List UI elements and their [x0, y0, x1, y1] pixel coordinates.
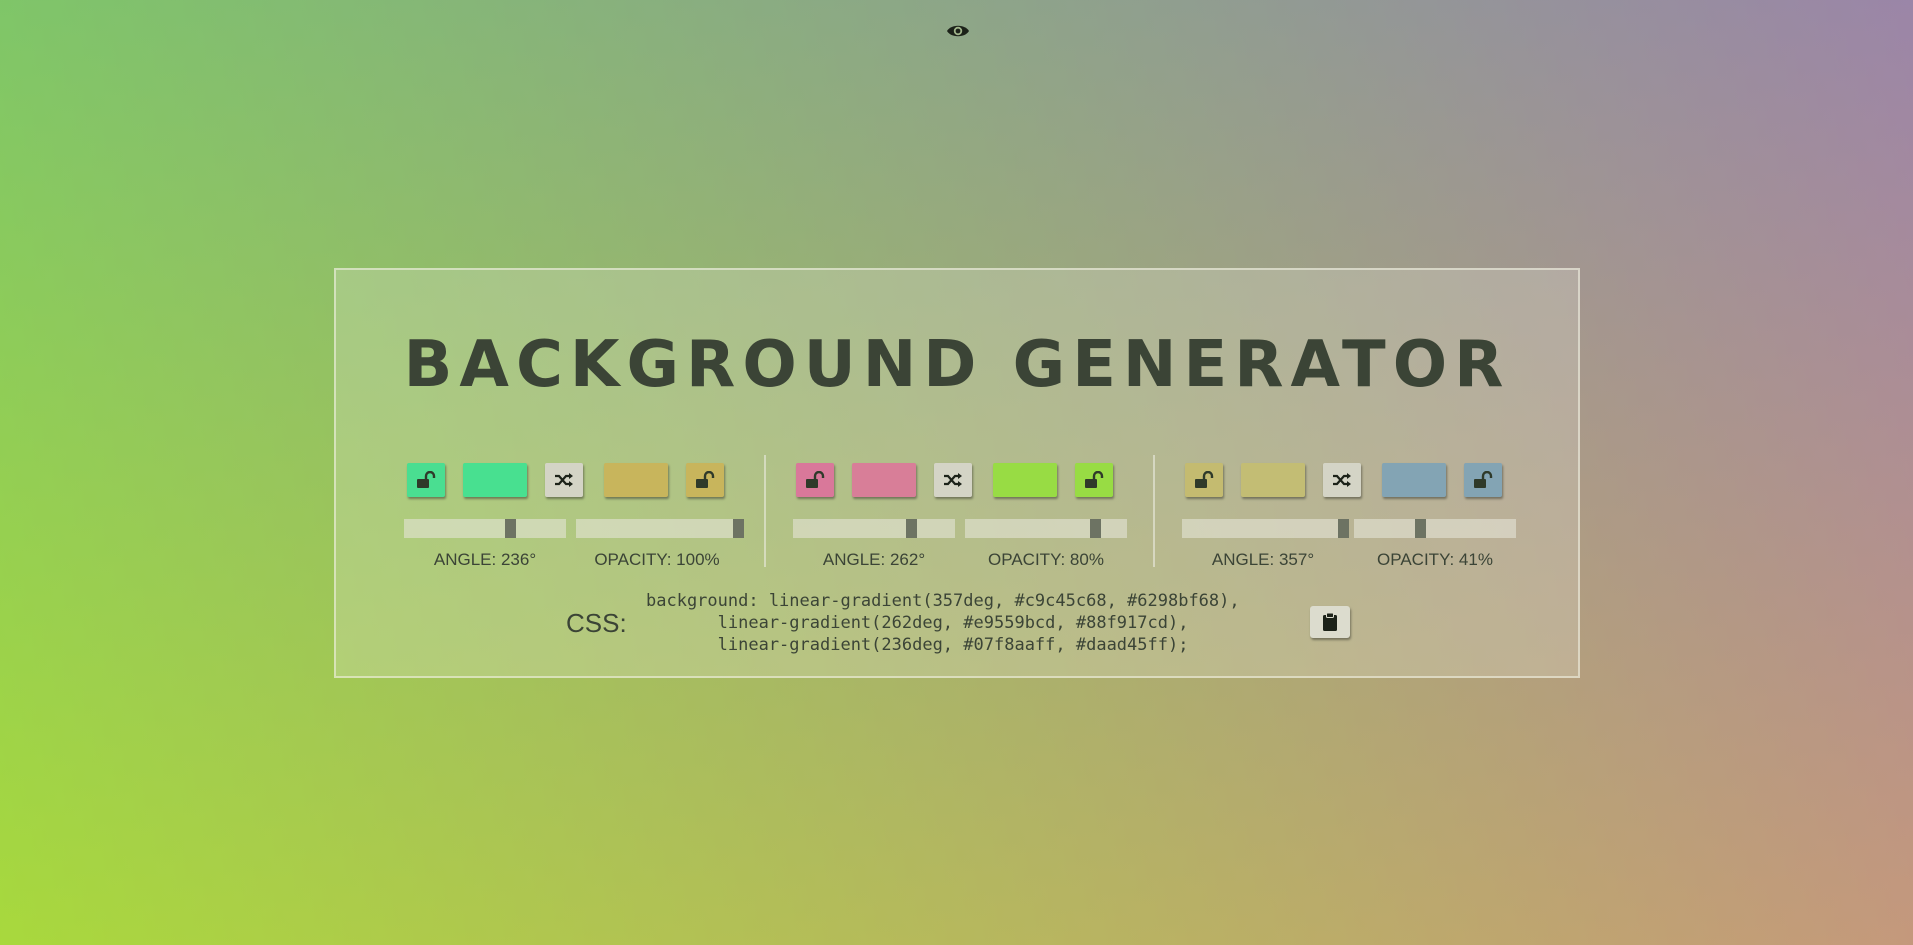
- angle-label: ANGLE: 236°: [433, 550, 537, 569]
- opacity-label: OPACITY: 41%: [1377, 550, 1493, 569]
- eye-icon[interactable]: [946, 22, 970, 40]
- css-output: background: linear-gradient(357deg, #c9c…: [646, 591, 1240, 655]
- unlock-icon: [696, 471, 715, 488]
- angle-slider[interactable]: [404, 519, 566, 538]
- slider-thumb[interactable]: [1415, 519, 1427, 538]
- shuffle-icon: [555, 473, 573, 487]
- angle-slider[interactable]: [1182, 519, 1349, 538]
- angle-label: ANGLE: 357°: [1211, 550, 1315, 569]
- lock-left-button[interactable]: [1185, 463, 1223, 497]
- lock-left-button[interactable]: [407, 463, 445, 497]
- slider-thumb[interactable]: [905, 519, 917, 538]
- color-right-swatch[interactable]: [604, 463, 668, 497]
- generator-panel: BACKGROUND GENERATOR CSS: background: li…: [334, 268, 1580, 678]
- layer-group: ANGLE: 236° OPACITY: 100%: [404, 463, 744, 573]
- slider-thumb[interactable]: [1337, 519, 1349, 538]
- opacity-slider[interactable]: [965, 519, 1127, 538]
- color-left-swatch[interactable]: [463, 463, 527, 497]
- slider-thumb[interactable]: [1089, 519, 1101, 538]
- angle-label: ANGLE: 262°: [822, 550, 926, 569]
- clipboard-icon: [1323, 613, 1337, 631]
- slider-thumb[interactable]: [505, 519, 517, 538]
- lock-right-button[interactable]: [1075, 463, 1113, 497]
- color-left-swatch[interactable]: [1241, 463, 1305, 497]
- opacity-slider[interactable]: [576, 519, 744, 538]
- color-right-swatch[interactable]: [1382, 463, 1446, 497]
- shuffle-button[interactable]: [934, 463, 972, 497]
- shuffle-button[interactable]: [1323, 463, 1361, 497]
- shuffle-icon: [1333, 473, 1351, 487]
- unlock-icon: [1195, 471, 1214, 488]
- unlock-icon: [806, 471, 825, 488]
- opacity-label: OPACITY: 100%: [594, 550, 720, 569]
- unlock-icon: [1474, 471, 1493, 488]
- shuffle-button[interactable]: [545, 463, 583, 497]
- page-title: BACKGROUND GENERATOR: [403, 328, 1511, 402]
- lock-right-button[interactable]: [686, 463, 724, 497]
- layer-group: ANGLE: 357° OPACITY: 41%: [1182, 463, 1516, 573]
- opacity-label: OPACITY: 80%: [988, 550, 1104, 569]
- opacity-slider[interactable]: [1354, 519, 1516, 538]
- color-left-swatch[interactable]: [852, 463, 916, 497]
- slider-thumb[interactable]: [733, 519, 744, 538]
- angle-slider[interactable]: [793, 519, 955, 538]
- color-right-swatch[interactable]: [993, 463, 1057, 497]
- css-label: CSS:: [566, 608, 627, 638]
- lock-left-button[interactable]: [796, 463, 834, 497]
- copy-button[interactable]: [1310, 606, 1350, 638]
- shuffle-icon: [944, 473, 962, 487]
- lock-right-button[interactable]: [1464, 463, 1502, 497]
- layer-group: ANGLE: 262° OPACITY: 80%: [793, 463, 1127, 573]
- divider: [764, 455, 766, 567]
- unlock-icon: [417, 471, 436, 488]
- divider: [1153, 455, 1155, 567]
- unlock-icon: [1085, 471, 1104, 488]
